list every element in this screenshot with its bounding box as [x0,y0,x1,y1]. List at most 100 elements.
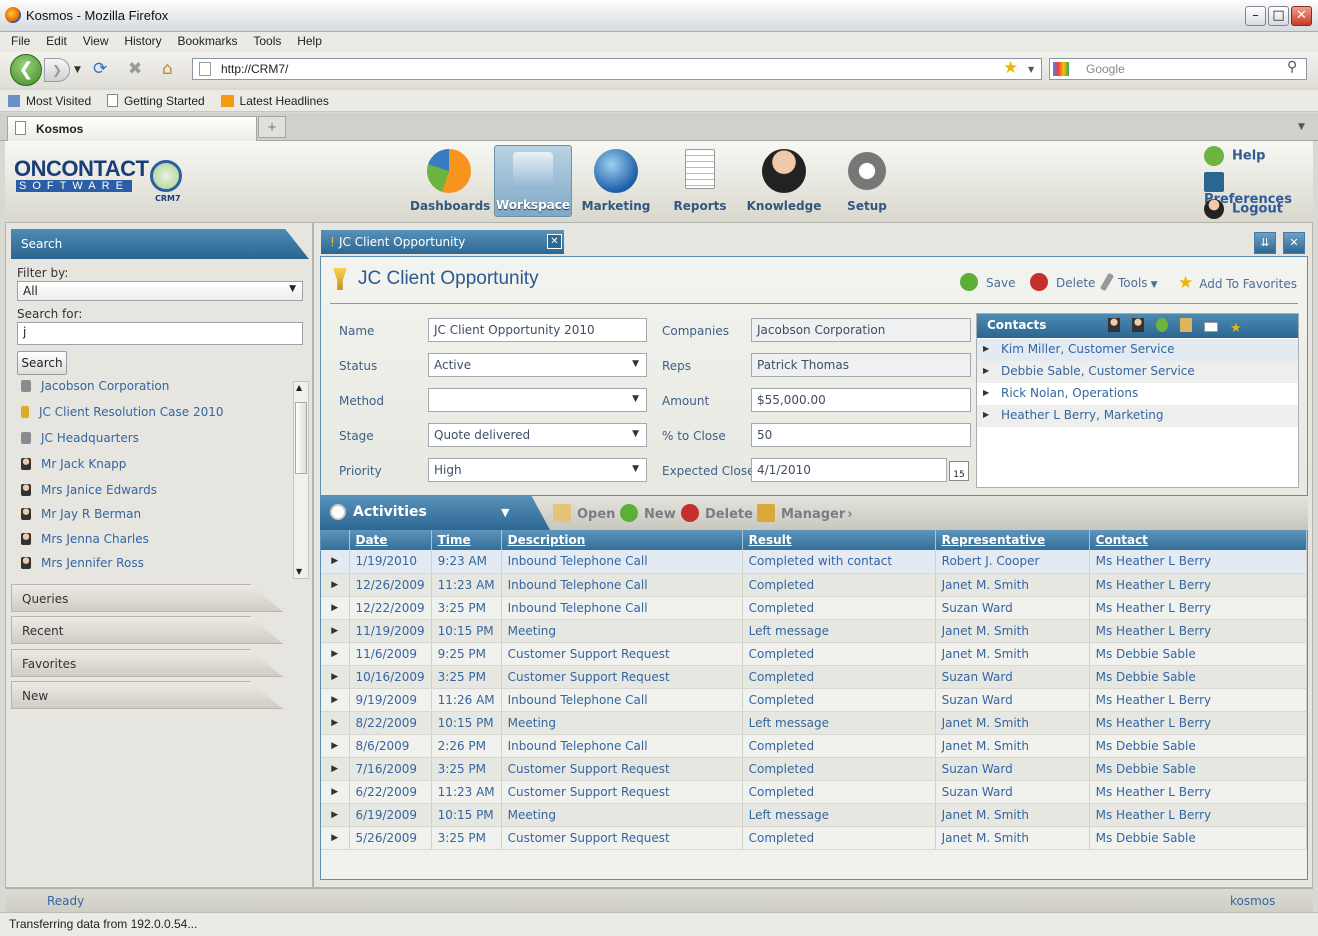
new-tab-button[interactable]: + [258,116,286,138]
list-item[interactable]: Mrs Jennifer Ross [21,556,144,570]
section-favorites[interactable]: Favorites [11,649,283,677]
bookmark-getting-started[interactable]: Getting Started [106,94,211,108]
nav-knowledge[interactable]: Knowledge [745,145,823,217]
forward-button[interactable]: ❯ [44,58,70,82]
back-button[interactable]: ❮ [10,54,42,86]
help-link[interactable]: Help [1204,146,1265,166]
list-item[interactable]: JC Client Resolution Case 2010 [21,405,224,419]
bookmark-star-icon[interactable]: ★ [1003,58,1018,78]
table-row[interactable]: ▶ 9/19/2009 11:26 AM Inbound Telephone Call… [321,688,1308,712]
table-row[interactable]: ▶ 1/19/2010 9:23 AM Inbound Telephone Call C… [321,550,1308,574]
section-queries[interactable]: Queries [11,584,283,612]
close-tab-icon[interactable]: ✕ [547,234,562,249]
search-for-input[interactable]: j [17,322,303,345]
table-row[interactable]: ▶ 11/6/2009 9:25 PM Customer Support Reques… [321,642,1308,666]
save-button[interactable]: Save [960,273,1015,291]
filter-select[interactable]: All ▼ [17,281,303,301]
nav-marketing[interactable]: Marketing [577,145,655,217]
menu-tools[interactable]: Tools [247,32,287,50]
row-expand-icon[interactable]: ▶ [321,780,350,804]
list-item[interactable]: JC Headquarters [21,431,139,445]
column-result[interactable]: Result [742,530,936,550]
row-expand-icon[interactable]: ▶ [321,688,350,712]
menu-file[interactable]: File [5,32,36,50]
column-time[interactable]: Time [431,530,502,550]
search-button[interactable]: Search [17,351,67,375]
contact-item[interactable]: ▶ Debbie Sable, Customer Service [977,361,1298,383]
search-magnifier-icon[interactable]: ⚲ [1287,59,1297,75]
minimize-button[interactable]: – [1245,6,1266,26]
nav-reports[interactable]: Reports [661,145,739,217]
percent-to-close-field[interactable]: 50 [751,423,971,447]
expected-close-field[interactable]: 4/1/2010 [751,458,947,482]
results-scrollbar[interactable]: ▲ ▼ [293,381,309,579]
companies-field[interactable]: Jacobson Corporation [751,318,971,342]
row-expand-icon[interactable]: ▶ [321,596,350,620]
row-expand-icon[interactable]: ▶ [321,665,350,689]
section-recent[interactable]: Recent [11,616,283,644]
stop-icon[interactable]: ✖ [128,59,142,79]
stage-select[interactable]: Quote delivered ▼ [428,423,647,447]
browser-tab-kosmos[interactable]: Kosmos [7,116,257,141]
row-expand-icon[interactable]: ▶ [321,826,350,850]
star-icon[interactable]: ★ [1230,321,1242,336]
close-panel-icon[interactable]: ✕ [1283,232,1305,254]
history-dropdown-icon[interactable]: ▼ [74,65,81,75]
close-window-button[interactable]: ✕ [1291,6,1312,26]
scrollbar-thumb[interactable] [295,402,307,474]
section-new[interactable]: New [11,681,283,709]
reload-icon[interactable]: ⟳ [93,59,107,79]
menu-history[interactable]: History [118,32,167,50]
row-expand-icon[interactable]: ▶ [321,757,350,781]
note-icon[interactable] [1180,318,1192,332]
method-select[interactable]: ▼ [428,388,647,412]
add-contact-icon[interactable] [1108,318,1120,332]
menu-help[interactable]: Help [291,32,328,50]
nav-workspace[interactable]: Workspace [494,145,572,217]
table-row[interactable]: ▶ 5/26/2009 3:25 PM Customer Support Reques… [321,826,1308,850]
row-expand-icon[interactable]: ▶ [321,734,350,758]
manager-button[interactable]: Manager › [757,504,853,522]
list-item[interactable]: Mrs Jenna Charles [21,532,149,546]
contact-item[interactable]: ▶ Heather L Berry, Marketing [977,405,1298,427]
delete-button[interactable]: Delete [1030,273,1095,291]
collapse-icon[interactable]: ⇊ [1254,232,1276,254]
new-activity-button[interactable]: New [620,504,676,522]
table-row[interactable]: ▶ 8/6/2009 2:26 PM Inbound Telephone Call Co… [321,734,1308,758]
nav-setup[interactable]: Setup [828,145,906,217]
remove-contact-icon[interactable] [1132,318,1144,332]
url-dropdown-icon[interactable]: ▼ [1028,65,1034,74]
calendar-icon[interactable]: 15 [949,461,969,481]
google-icon[interactable] [1053,62,1069,76]
search-input[interactable]: Google [1049,58,1307,80]
table-row[interactable]: ▶ 10/16/2009 3:25 PM Customer Support Reque… [321,665,1308,689]
list-item[interactable]: Mrs Janice Edwards [21,483,157,497]
refresh-contact-icon[interactable] [1156,318,1168,332]
priority-select[interactable]: High ▼ [428,458,647,482]
row-expand-icon[interactable]: ▶ [321,619,350,643]
table-row[interactable]: ▶ 7/16/2009 3:25 PM Customer Support Reques… [321,757,1308,781]
column-date[interactable]: Date [349,530,432,550]
table-row[interactable]: ▶ 12/26/2009 11:23 AM Inbound Telephone Cal… [321,573,1308,597]
email-icon[interactable] [1204,322,1218,332]
table-row[interactable]: ▶ 8/22/2009 10:15 PM Meeting Left message Jan… [321,711,1308,735]
name-field[interactable]: JC Client Opportunity 2010 [428,318,647,342]
delete-activity-button[interactable]: Delete [681,504,753,522]
menu-bookmarks[interactable]: Bookmarks [171,32,243,50]
home-icon[interactable]: ⌂ [162,59,173,79]
menu-view[interactable]: View [77,32,115,50]
row-expand-icon[interactable]: ▶ [321,642,350,666]
bookmark-most-visited[interactable]: Most Visited [8,94,97,108]
tools-menu[interactable]: Tools ▼ [1099,272,1157,292]
table-row[interactable]: ▶ 6/19/2009 10:15 PM Meeting Left message Jan… [321,803,1308,827]
list-item[interactable]: Mr Jay R Berman [21,507,141,521]
row-expand-icon[interactable]: ▶ [321,803,350,827]
contact-item[interactable]: ▶ Rick Nolan, Operations [977,383,1298,405]
scroll-up-icon[interactable]: ▲ [296,383,302,392]
maximize-button[interactable]: □ [1268,6,1289,26]
row-expand-icon[interactable]: ▶ [321,711,350,735]
row-expand-icon[interactable]: ▶ [321,550,350,574]
list-item[interactable]: Jacobson Corporation [21,379,169,393]
column-description[interactable]: Description [501,530,743,550]
activities-header[interactable]: Activities ▼ [320,496,550,530]
